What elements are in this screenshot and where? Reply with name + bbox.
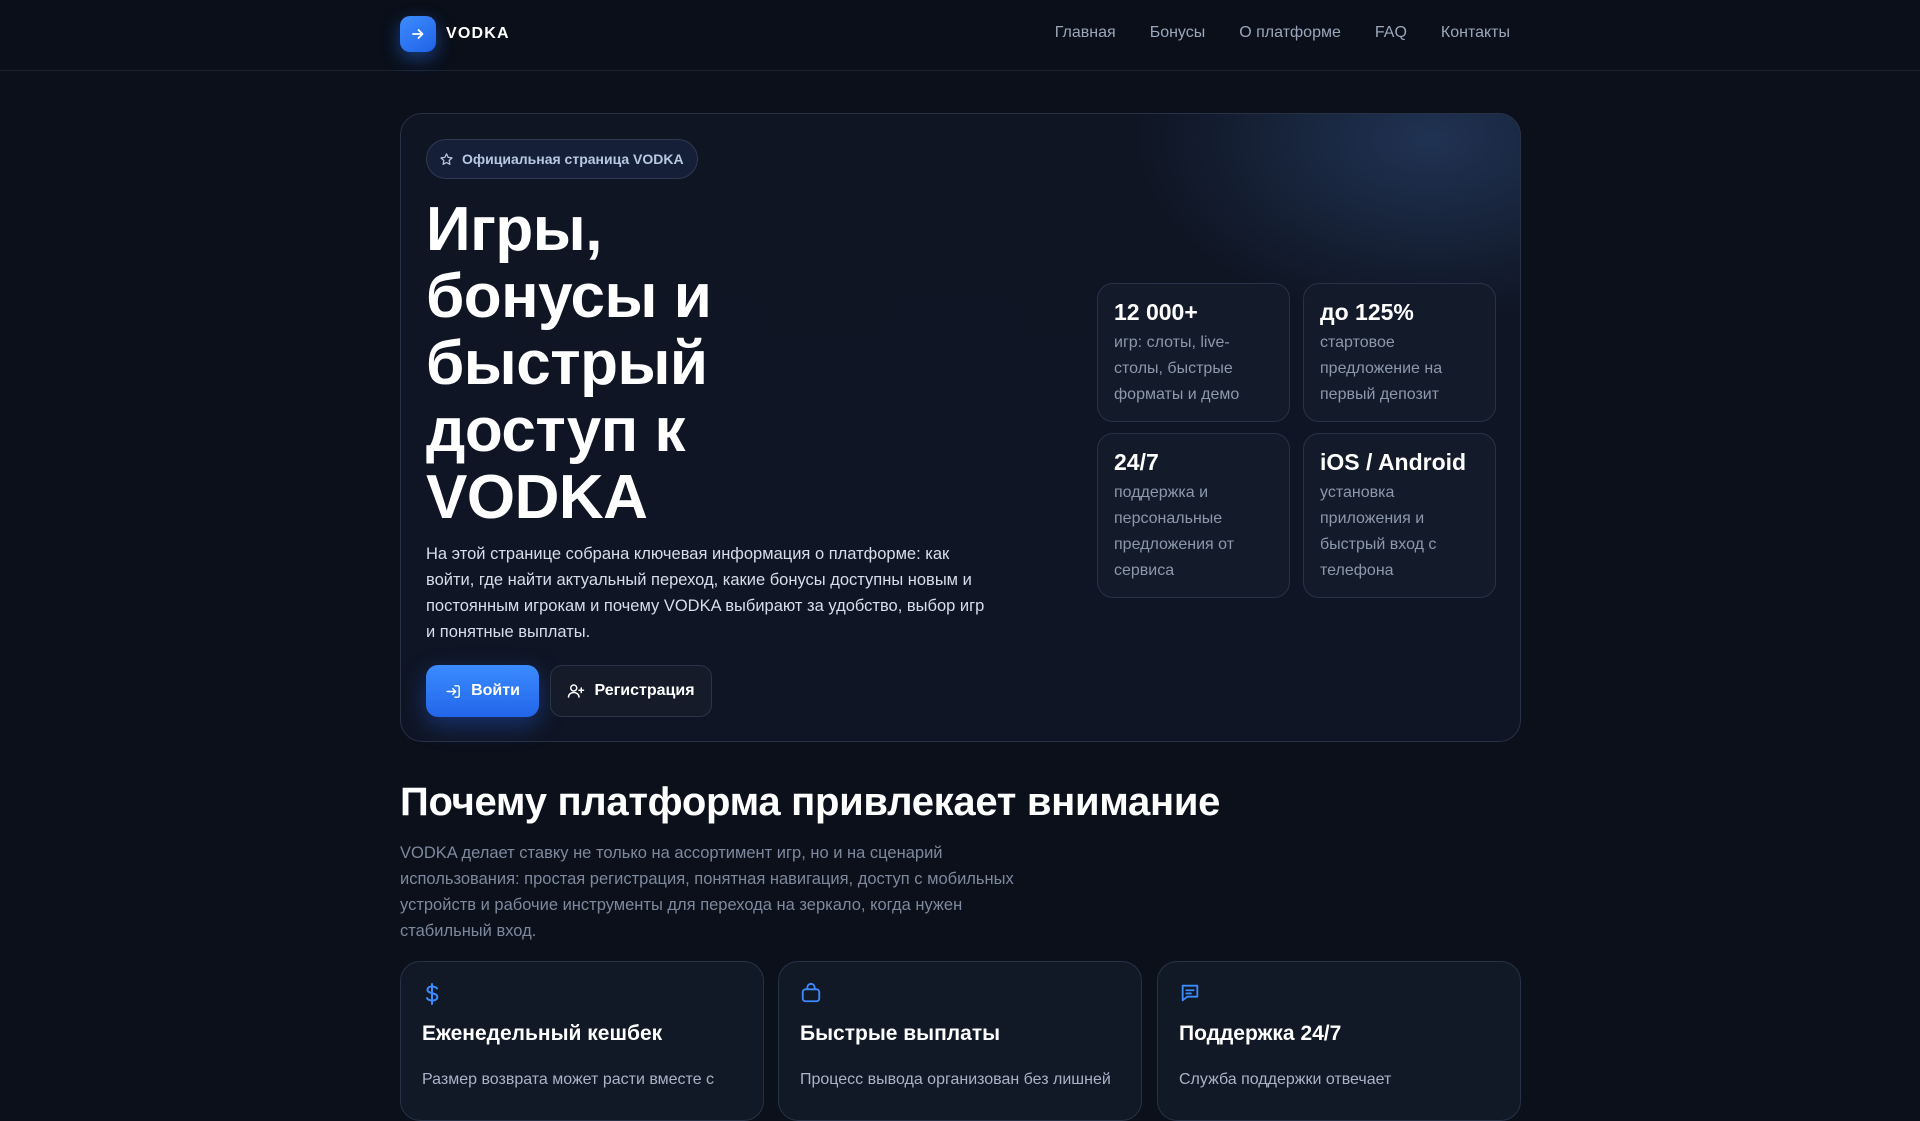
feature-card-cashback: Еженедельный кешбек Размер возврата може…: [400, 961, 764, 1121]
stat-card-bonus: до 125% стартовое предложение на первый …: [1303, 283, 1496, 422]
login-button[interactable]: Войти: [426, 665, 539, 717]
stat-card-apps: iOS / Android установка приложения и быс…: [1303, 433, 1496, 598]
feature-title: Быстрые выплаты: [800, 1022, 1001, 1045]
badge-label: Официальная страница VODKA: [462, 151, 684, 167]
stat-card-games: 12 000+ игр: слоты, live-столы, быстрые …: [1097, 283, 1290, 422]
feature-card-support: Поддержка 24/7 Служба поддержки отвечает: [1157, 961, 1521, 1121]
nav-item-bonuses[interactable]: Бонусы: [1150, 24, 1206, 42]
feature-title: Еженедельный кешбек: [422, 1022, 663, 1045]
stat-value: iOS / Android: [1320, 449, 1467, 475]
why-section-title: Почему платформа привлекает внимание: [400, 780, 1221, 824]
feature-title: Поддержка 24/7: [1179, 1022, 1342, 1045]
dollar-icon: [426, 983, 439, 1005]
hero-card: Официальная страница VODKA Игры, бонусы …: [400, 113, 1521, 742]
stat-description: игр: слоты, live-столы, быстрые форматы …: [1114, 334, 1240, 403]
hero-title: Игры, бонусы и быстрый доступ к VODKA: [426, 195, 712, 532]
chat-icon: [1181, 984, 1199, 1002]
arrow-right-icon: [400, 16, 436, 52]
nav-item-contacts[interactable]: Контакты: [1441, 24, 1510, 42]
brand-logo[interactable]: VODKA: [400, 16, 510, 52]
feature-description: Размер возврата может расти вместе с: [422, 1071, 715, 1088]
feature-description: Процесс вывода организован без лишней: [800, 1071, 1111, 1088]
login-icon: [446, 684, 460, 698]
stat-description: стартовое предложение на первый депозит: [1320, 334, 1443, 403]
stat-description: поддержка и персональные предложения от …: [1114, 484, 1235, 579]
official-page-badge: Официальная страница VODKA: [426, 139, 698, 179]
feature-description: Служба поддержки отвечает: [1179, 1071, 1392, 1088]
bag-icon: [801, 982, 821, 1003]
register-button[interactable]: Регистрация: [550, 665, 712, 717]
feature-card-payouts: Быстрые выплаты Процесс вывода организов…: [778, 961, 1142, 1121]
stat-value: 12 000+: [1114, 299, 1198, 325]
star-icon: [440, 152, 453, 165]
nav-item-about[interactable]: О платформе: [1239, 24, 1341, 42]
stat-value: 24/7: [1114, 449, 1159, 475]
stat-value: до 125%: [1320, 299, 1414, 325]
user-plus-icon: [568, 684, 585, 698]
brand-name: VODKA: [446, 25, 510, 42]
stat-card-support: 24/7 поддержка и персональные предложени…: [1097, 433, 1290, 598]
nav-item-faq[interactable]: FAQ: [1375, 24, 1407, 42]
login-label: Войти: [471, 682, 520, 699]
main-nav: Главная Бонусы О платформе FAQ Контакты: [1055, 24, 1510, 42]
why-section-description: VODKA делает ставку не только на ассорти…: [400, 844, 1014, 940]
register-label: Регистрация: [594, 682, 695, 699]
hero-description: На этой странице собрана ключевая информ…: [426, 545, 985, 641]
nav-item-home[interactable]: Главная: [1055, 24, 1116, 42]
stat-description: установка приложения и быстрый вход с те…: [1320, 484, 1437, 579]
top-navigation-bar: VODKA Главная Бонусы О платформе FAQ Кон…: [0, 0, 1920, 71]
